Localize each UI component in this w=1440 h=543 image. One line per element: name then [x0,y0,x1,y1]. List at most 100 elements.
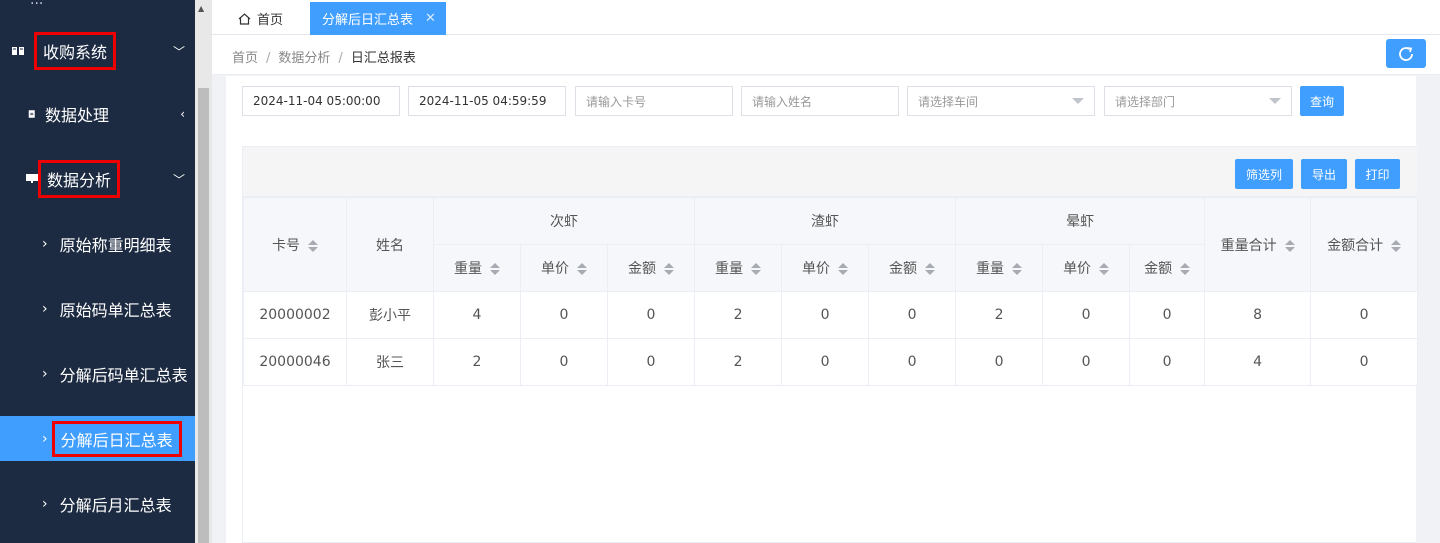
col-header-total-amount[interactable]: 金额合计 [1310,197,1419,292]
cell-card: 20000046 [243,338,347,386]
group-header: 晕虾 [955,197,1206,245]
cell-value: 0 [955,338,1044,386]
group-header: 渣虾 [694,197,957,245]
report-table-panel: 筛选列 导出 打印 卡号 姓名 次虾 渣虾 晕虾 重量合计 金额合计 重量 单价… [242,146,1419,543]
tab-label: 首页 [257,13,284,28]
table-row[interactable]: 20000046 张三 2 0 0 2 0 0 0 0 0 4 0 [243,338,1419,386]
col-header-label: 重量 [715,261,744,277]
name-input[interactable]: 请输入姓名 [741,86,899,116]
col-header-card[interactable]: 卡号 [243,197,347,292]
sidebar-item-label: 分解后码单汇总表 [59,366,188,385]
cell-card: 20000002 [243,291,347,339]
cell-value: 0 [1129,291,1206,339]
sidebar-group-purchase[interactable]: 收购系统 ﹀ [0,30,195,72]
sidebar-group-label: 收购系统 [43,43,108,62]
sidebar-group-label: 数据处理 [45,106,110,125]
sidebar-item-decomposed-monthly-summary[interactable]: › 分解后月汇总表 [0,482,195,526]
sort-icon[interactable] [838,262,849,276]
col-header-sub[interactable]: 重量 [694,244,783,292]
col-header-sub[interactable]: 重量 [433,244,521,292]
table-row[interactable]: 20000002 彭小平 4 0 0 2 0 0 2 0 0 8 0 [243,291,1419,339]
col-header-label: 金额 [628,261,657,277]
sidebar-group-data-analysis[interactable]: 数据分析 ﹀ [0,158,195,200]
sort-icon[interactable] [1099,262,1110,276]
cell-value: 0 [520,338,608,386]
sort-icon[interactable] [925,262,936,276]
sort-icon[interactable] [664,262,675,276]
close-icon[interactable]: ✕ [425,11,436,26]
export-button[interactable]: 导出 [1301,159,1347,189]
sort-icon[interactable] [1391,239,1402,253]
tab-home[interactable]: 首页 [224,2,309,35]
refresh-button[interactable] [1386,39,1426,68]
sidebar-item-label: 原始称重明细表 [59,236,172,255]
col-header-sub[interactable]: 单价 [781,244,870,292]
end-time-input[interactable]: 2024-11-05 04:59:59 [408,86,566,116]
sidebar-item-decomposed-code-summary[interactable]: › 分解后码单汇总表 [0,352,195,396]
sidebar-item-raw-weighing-detail[interactable]: › 原始称重明细表 [0,222,195,266]
cell-value: 0 [1042,291,1131,339]
col-header-sub[interactable]: 单价 [1042,244,1131,292]
chevron-down-icon: ﹀ [172,172,185,187]
col-header-name: 姓名 [346,197,434,292]
cell-value: 0 [606,291,696,339]
table-toolbar: 筛选列 导出 打印 [243,147,1417,197]
cell-total-weight: 4 [1204,338,1312,386]
breadcrumb: 首页 / 数据分析 / 日汇总报表 [232,47,416,66]
col-header-total-weight[interactable]: 重量合计 [1204,197,1312,292]
sort-icon[interactable] [1012,262,1023,276]
sidebar-item-label: ... [30,0,43,6]
main-content: 2024-11-04 05:00:00 2024-11-05 04:59:59 … [226,76,1419,543]
filter-columns-button[interactable]: 筛选列 [1235,159,1293,189]
sidebar-item-label: 分解后日汇总表 [60,430,173,450]
breadcrumb-data-analysis[interactable]: 数据分析 [278,51,330,66]
cell-value: 0 [520,291,608,339]
col-header-label: 单价 [1063,261,1092,277]
tab-daily-summary[interactable]: 分解后日汇总表 ✕ [310,2,446,35]
cell-value: 0 [868,338,957,386]
chevron-left-icon: ‹ [180,107,185,121]
col-header-sub[interactable]: 金额 [606,244,696,292]
sort-icon[interactable] [490,262,500,276]
col-header-sub[interactable]: 金额 [868,244,957,292]
chevron-right-icon: › [42,430,48,447]
col-header-sub[interactable]: 金额 [1129,244,1206,292]
sidebar-item-raw-code-summary[interactable]: › 原始码单汇总表 [0,287,195,331]
document-icon [28,110,35,118]
col-header-sub[interactable]: 重量 [955,244,1044,292]
book-icon [12,47,24,55]
sidebar-item-decomposed-daily-summary[interactable]: › 分解后日汇总表 [0,416,195,461]
print-button[interactable]: 打印 [1355,159,1400,189]
cell-total-amount: 0 [1310,338,1419,386]
sidebar-scrollbar[interactable]: ▲ [195,0,212,543]
start-time-input[interactable]: 2024-11-04 05:00:00 [242,86,400,116]
tab-bar: 首页 分解后日汇总表 ✕ [212,0,1440,35]
sort-icon[interactable] [577,262,587,276]
summary-table: 卡号 姓名 次虾 渣虾 晕虾 重量合计 金额合计 重量 单价 金额 重量 单价 金额 重量 单… [243,197,1419,386]
chevron-down-icon: ﹀ [172,44,185,59]
tab-label: 分解后日汇总表 [322,13,414,28]
col-header-sub[interactable]: 单价 [520,244,608,292]
col-header-label: 卡号 [272,237,300,254]
sort-icon[interactable] [751,262,762,276]
query-button[interactable]: 查询 [1300,86,1344,116]
sort-icon[interactable] [1284,239,1295,253]
workshop-select[interactable]: 请选择车间 [907,86,1095,116]
sort-icon[interactable] [308,239,318,253]
card-number-input[interactable]: 请输入卡号 [575,86,733,116]
cell-value: 0 [606,338,696,386]
cell-value: 0 [1129,338,1206,386]
scrollbar-thumb[interactable] [198,88,209,543]
sidebar-item-partial[interactable]: ... [30,0,70,6]
col-header-label: 重量合计 [1220,237,1277,254]
sidebar-group-data-processing[interactable]: 数据处理 ‹ [0,94,195,134]
breadcrumb-home[interactable]: 首页 [232,51,258,66]
chevron-right-icon: › [42,236,48,252]
col-header-label: 金额 [889,261,918,277]
cell-value: 0 [868,291,957,339]
breadcrumb-separator: / [338,51,343,66]
department-select[interactable]: 请选择部门 [1104,86,1292,116]
cell-value: 0 [781,338,870,386]
scroll-up-arrow-icon[interactable]: ▲ [198,4,204,13]
sort-icon[interactable] [1180,262,1191,276]
